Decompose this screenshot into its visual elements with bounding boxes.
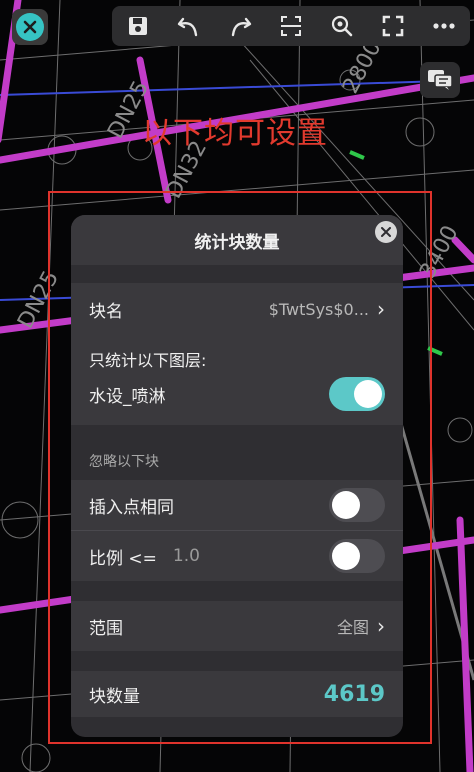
block-name-value: $TwtSys$0... [268,299,369,319]
top-toolbar [112,6,470,46]
undo-icon[interactable] [174,11,204,41]
block-name-row[interactable]: 块名 $TwtSys$0... › [71,283,403,335]
chevron-right-icon: › [377,614,385,638]
more-icon[interactable] [429,11,459,41]
chevron-right-icon: › [377,297,385,321]
dialog-title: 统计块数量 [194,232,280,253]
block-count-label: 块数量 [89,686,140,707]
range-label: 范围 [89,618,123,639]
save-icon[interactable] [123,11,153,41]
block-name-label: 块名 [89,301,123,322]
count-blocks-dialog: 统计块数量 块名 $TwtSys$0... › 只统计以下图层: 水设_喷淋 忽… [71,215,403,737]
ratio-label: 比例 <= [89,548,157,569]
layer-filter-row: 只统计以下图层: 水设_喷淋 [71,335,403,425]
range-value: 全图 [336,618,369,637]
layer-filter-toggle[interactable] [329,377,385,411]
close-icon [381,227,391,237]
layer-filter-caption: 只统计以下图层: [89,351,207,370]
same-insert-label: 插入点相同 [89,497,174,518]
close-icon [16,13,44,41]
layer-name: 水设_喷淋 [89,386,166,407]
range-row[interactable]: 范围 全图 › [71,601,403,651]
ignore-section-caption: 忽略以下块 [89,454,159,470]
fit-view-icon[interactable] [276,11,306,41]
same-insert-toggle[interactable] [329,488,385,522]
zoom-icon[interactable] [327,11,357,41]
redo-icon[interactable] [225,11,255,41]
block-count-value: 4619 [323,681,385,707]
fullscreen-icon[interactable] [378,11,408,41]
annotation-text: 以下均可设置 [142,116,328,151]
comment-icon [428,70,453,90]
dialog-header: 统计块数量 [71,215,403,265]
block-count-row: 块数量 4619 [71,671,403,717]
close-button[interactable] [12,9,48,45]
comment-button[interactable] [420,62,460,98]
same-insert-row: 插入点相同 [71,480,403,530]
ratio-row: 比例 <= 1.0 [71,531,403,581]
ratio-input[interactable]: 1.0 [173,546,200,566]
ratio-toggle[interactable] [329,539,385,573]
dialog-close-button[interactable] [375,221,397,243]
